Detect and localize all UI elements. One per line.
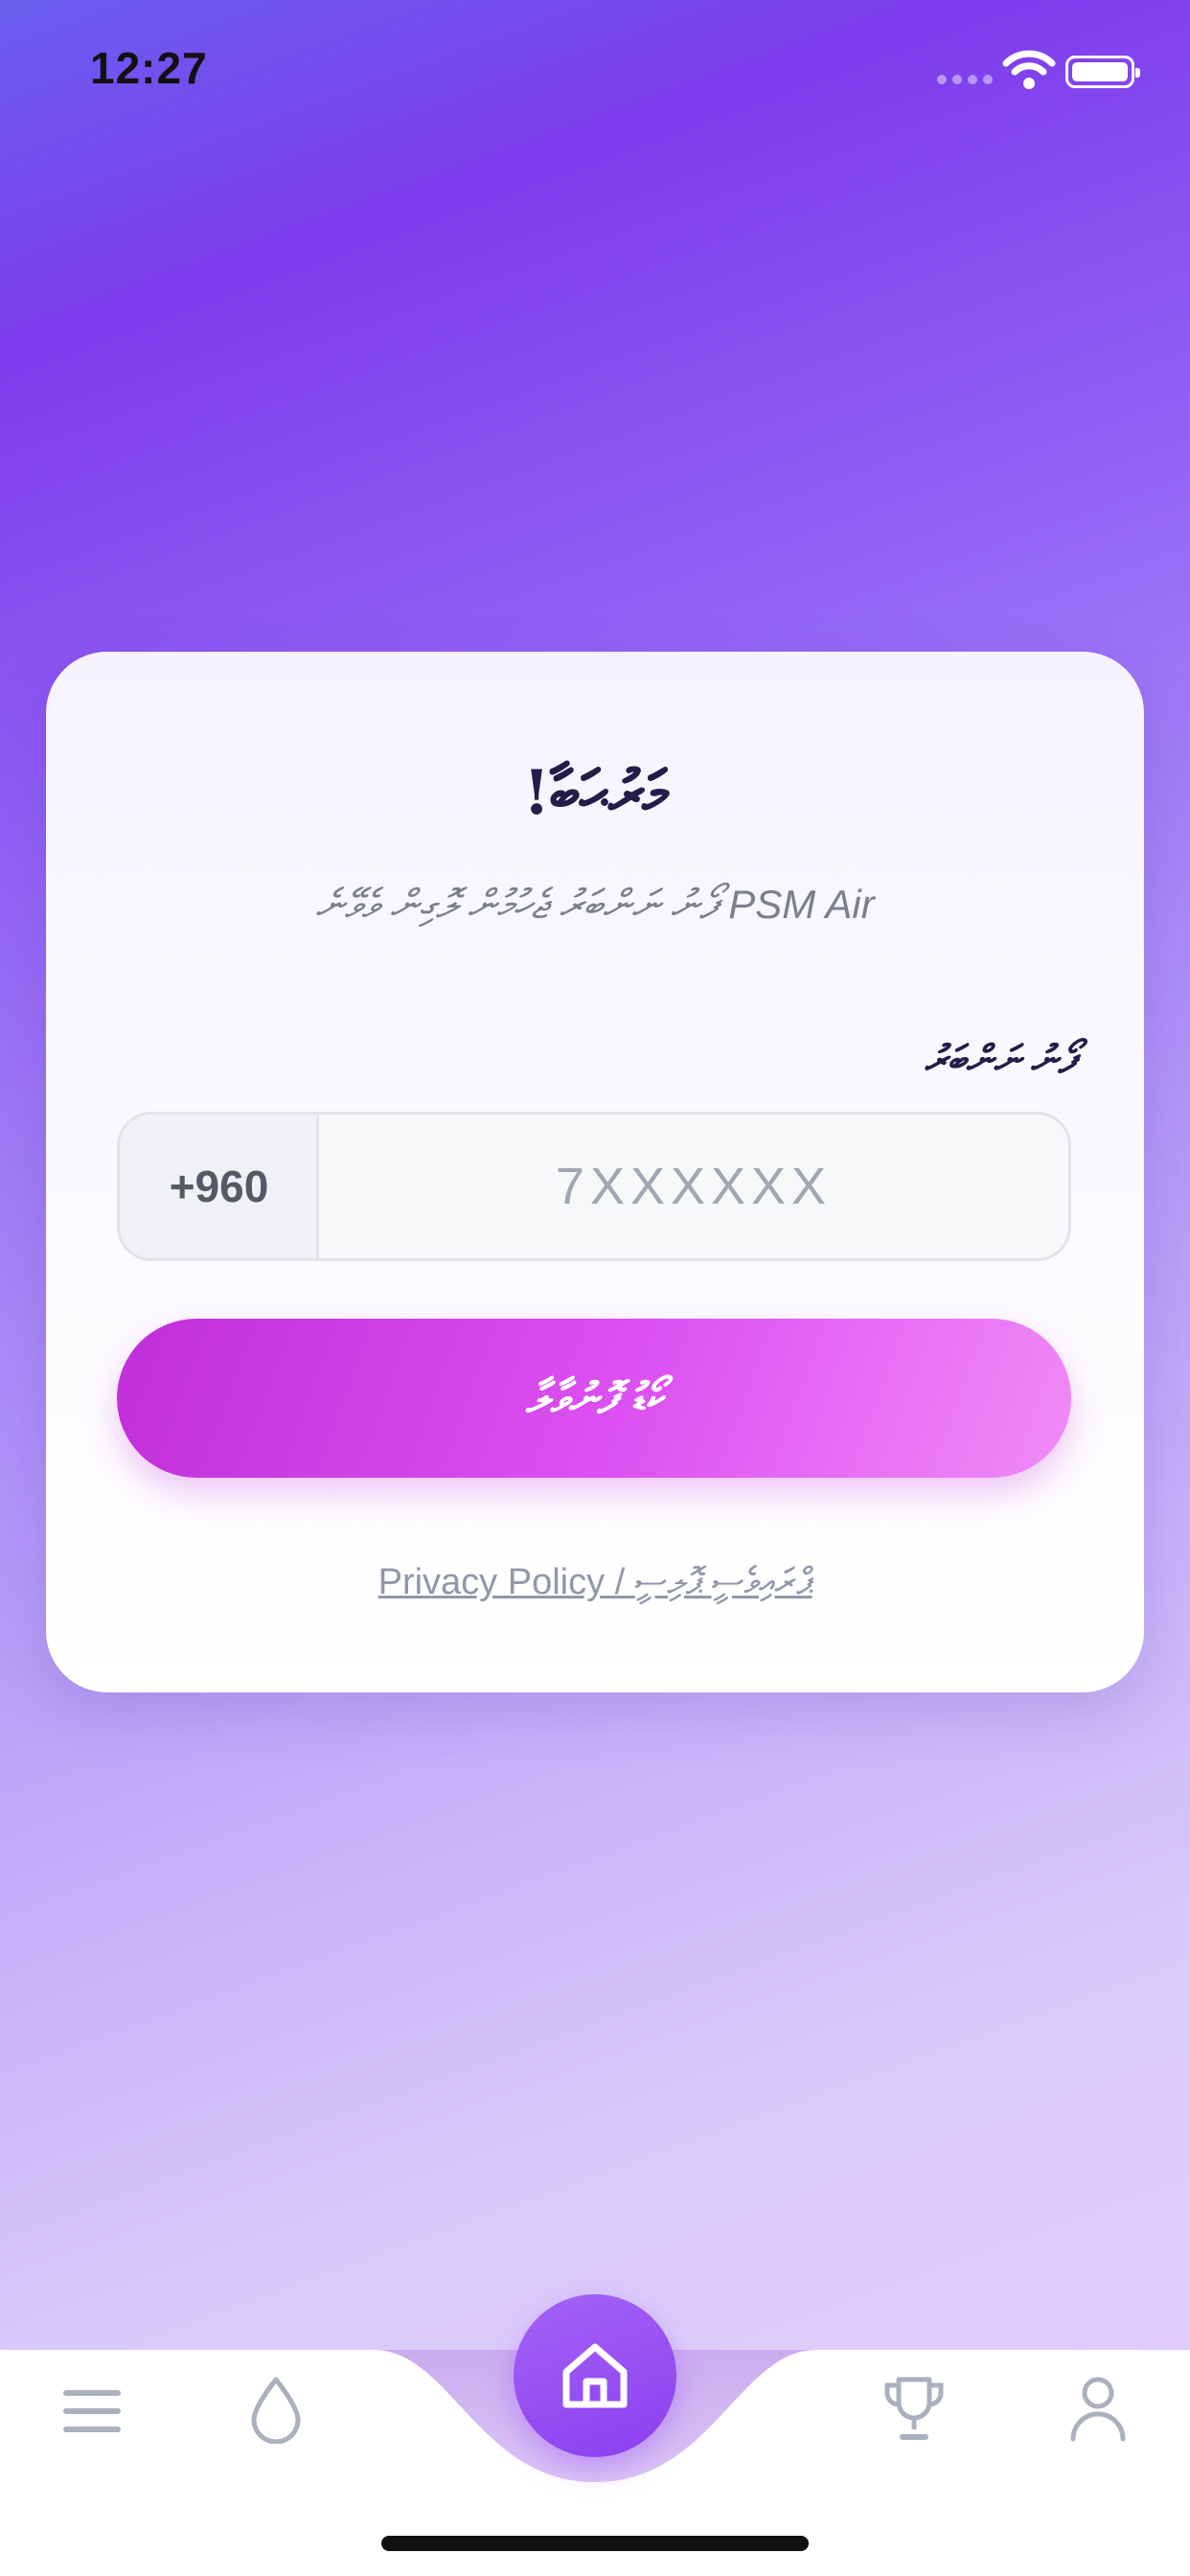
battery-icon	[1065, 56, 1140, 88]
home-indicator	[381, 2536, 809, 2551]
status-bar: 12:27	[0, 0, 1190, 144]
nav-profile[interactable]	[1060, 2367, 1136, 2450]
send-code-button[interactable]: ކޯޑު ފޮނުވާލާ	[117, 1319, 1071, 1478]
wifi-icon	[1002, 50, 1056, 89]
trophy-icon	[884, 2377, 944, 2440]
phone-input-group: +960	[117, 1112, 1071, 1261]
welcome-subtitle: ފޯނު ނަންބަރު ޖެހުމުން ލޮގިން ވެވޭނެ PSM…	[315, 882, 875, 927]
welcome-title: މަރުޙަބާ!	[523, 757, 667, 829]
nav-trophy[interactable]	[876, 2367, 952, 2450]
nav-water[interactable]	[238, 2369, 314, 2450]
status-time: 12:27	[90, 43, 208, 93]
cellular-signal-icon	[937, 75, 993, 84]
privacy-policy-link[interactable]: Privacy Policy / ޕްރައިވެސީ ޕޮލިސީ	[46, 1562, 1144, 1603]
user-icon	[1070, 2377, 1126, 2442]
phone-field-label: ފޯނު ނަންބަރު	[924, 1039, 1075, 1081]
login-card: މަރުޙަބާ! ފޯނު ނަންބަރު ޖެހުމުން ލޮގިން …	[46, 652, 1144, 1692]
water-drop-icon	[251, 2377, 301, 2444]
nav-home[interactable]	[514, 2294, 676, 2457]
country-code-prefix[interactable]: +960	[117, 1112, 318, 1261]
nav-menu[interactable]	[54, 2373, 130, 2450]
home-icon	[562, 2343, 628, 2408]
phone-number-input[interactable]	[316, 1112, 1071, 1261]
bottom-navigation	[0, 2290, 1190, 2576]
menu-icon	[63, 2390, 121, 2432]
